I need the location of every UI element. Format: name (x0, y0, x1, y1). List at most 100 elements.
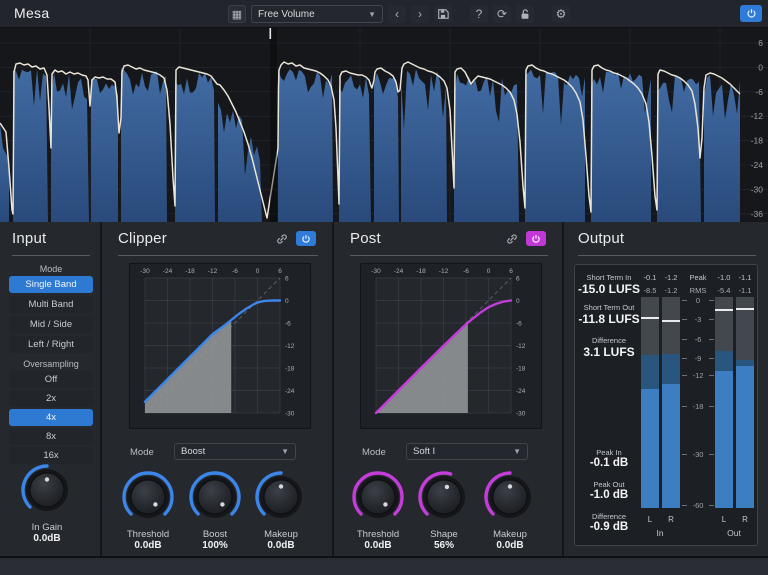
os-option-4x[interactable]: 4x (9, 409, 93, 426)
post-power-button[interactable] (526, 231, 546, 246)
svg-text:-24: -24 (751, 160, 764, 170)
clipper-power-button[interactable] (296, 231, 316, 246)
waveform-display[interactable]: 60-6-12-18-24-30-36 (0, 28, 768, 222)
clipper-panel: Clipper -30-24-18-12-60660-6-12-18-24-30… (102, 222, 334, 556)
post-mode-select[interactable]: Soft I ▼ (406, 443, 528, 460)
knob-label: In Gain (18, 522, 76, 533)
meter-rms-fill (662, 384, 680, 508)
save-preset-button[interactable] (434, 5, 452, 23)
meter-rms-fill (641, 389, 659, 508)
out-peak-value: -1.1 (733, 273, 757, 282)
mode-option-single-band[interactable]: Single Band (9, 276, 93, 293)
knob-label: Threshold (119, 529, 177, 540)
plugin-window: Mesa ▦ Free Volume ▼ ‹ › ? ⟳ ⚙ 60 (0, 0, 768, 575)
meter-peak-hold (715, 309, 733, 311)
preset-browser-icon[interactable]: ▦ (228, 5, 246, 23)
svg-text:-30: -30 (516, 411, 526, 418)
svg-text:-24: -24 (285, 388, 295, 395)
knob-dial[interactable] (252, 468, 310, 526)
output-meter-box: Short Term In-15.0 LUFS Short Term Out-11… (574, 264, 758, 546)
output-panel: Output Short Term In-15.0 LUFSShort Term… (564, 222, 768, 556)
lock-button[interactable] (516, 5, 534, 23)
stat-value: 3.1 LUFS (577, 345, 641, 359)
channel-label: R (736, 515, 754, 524)
os-option-8x[interactable]: 8x (9, 428, 93, 445)
clipper-link-icon[interactable] (274, 231, 290, 246)
power-icon (531, 234, 541, 244)
input-panel: Input Mode Single BandMulti BandMid / Si… (0, 222, 102, 556)
meter-scale-tick: -18 (685, 402, 711, 411)
svg-text:0: 0 (516, 298, 520, 305)
channel-label: L (715, 515, 733, 524)
chevron-down-icon: ▼ (513, 447, 521, 456)
post-mode-value: Soft I (413, 446, 435, 457)
preset-select[interactable]: Free Volume ▼ (251, 5, 383, 23)
clipper-mode-value: Boost (181, 446, 205, 457)
post-panel-title: Post (350, 230, 381, 247)
svg-text:-6: -6 (285, 321, 291, 328)
svg-text:-12: -12 (516, 343, 526, 350)
prev-preset-button[interactable]: ‹ (388, 5, 406, 23)
tick-dash (709, 358, 714, 359)
meter-scale-tick: -6 (685, 335, 711, 344)
knob-dial[interactable] (481, 468, 539, 526)
svg-text:0: 0 (285, 298, 289, 305)
in-peak-value: -1.2 (659, 273, 683, 282)
waveform-chart: 60-6-12-18-24-30-36 (0, 28, 768, 222)
divider (350, 255, 548, 256)
svg-text:-18: -18 (516, 366, 526, 373)
svg-text:-12: -12 (208, 268, 218, 275)
knob-value: 0.0dB (18, 533, 76, 544)
meter-scale-tick: -9 (685, 354, 711, 363)
loudness-stat-short-term-out: Short Term Out-11.8 LUFS (577, 303, 641, 326)
os-option-off[interactable]: Off (9, 371, 93, 388)
help-button[interactable]: ? (470, 5, 488, 23)
stat-label: Difference (577, 512, 641, 521)
os-option-2x[interactable]: 2x (9, 390, 93, 407)
peak-stat-peak-in: Peak In-0.1 dB (577, 448, 641, 469)
post-link-icon[interactable] (504, 231, 520, 246)
shape-knob[interactable]: Shape56% (415, 468, 473, 551)
boost-knob[interactable]: Boost100% (186, 468, 244, 551)
out-rms-value: -1.1 (733, 286, 757, 295)
refresh-button[interactable]: ⟳ (493, 5, 511, 23)
clipper-panel-title: Clipper (118, 230, 167, 247)
makeup-knob[interactable]: Makeup0.0dB (252, 468, 310, 551)
control-section: Input Mode Single BandMulti BandMid / Si… (0, 222, 768, 556)
meter-peak-hold (641, 317, 659, 319)
threshold-knob[interactable]: Threshold0.0dB (349, 468, 407, 551)
knob-label: Shape (415, 529, 473, 540)
in-gain-knob[interactable]: In Gain0.0dB (18, 461, 76, 544)
knob-dial[interactable] (119, 468, 177, 526)
meter-rms-fill (715, 371, 733, 508)
divider (118, 255, 318, 256)
mode-section-label: Mode (0, 264, 102, 274)
tick-dash (682, 339, 687, 340)
master-power-button[interactable] (740, 5, 762, 22)
knob-dial[interactable] (349, 468, 407, 526)
makeup-knob[interactable]: Makeup0.0dB (481, 468, 539, 551)
mode-option-mid-side[interactable]: Mid / Side (9, 316, 93, 333)
knob-value: 0.0dB (481, 540, 539, 551)
svg-text:-24: -24 (516, 388, 526, 395)
mode-option-multi-band[interactable]: Multi Band (9, 296, 93, 313)
chevron-down-icon: ▼ (281, 447, 289, 456)
svg-text:-24: -24 (394, 268, 404, 275)
knob-dial[interactable] (415, 468, 473, 526)
svg-text:-30: -30 (285, 411, 295, 418)
loudness-stat-short-term-in: Short Term In-15.0 LUFS (577, 273, 641, 296)
tick-dash (682, 505, 687, 506)
svg-text:-24: -24 (163, 268, 173, 275)
knob-dial[interactable] (18, 461, 76, 519)
knob-dial[interactable] (186, 468, 244, 526)
next-preset-button[interactable]: › (411, 5, 429, 23)
clipper-mode-select[interactable]: Boost ▼ (174, 443, 296, 460)
tick-dash (709, 339, 714, 340)
svg-text:6: 6 (516, 276, 520, 283)
mode-option-left-right[interactable]: Left / Right (9, 336, 93, 353)
preset-name: Free Volume (258, 9, 315, 20)
settings-button[interactable]: ⚙ (552, 5, 570, 23)
divider (578, 255, 756, 256)
threshold-knob[interactable]: Threshold0.0dB (119, 468, 177, 551)
knob-label: Boost (186, 529, 244, 540)
